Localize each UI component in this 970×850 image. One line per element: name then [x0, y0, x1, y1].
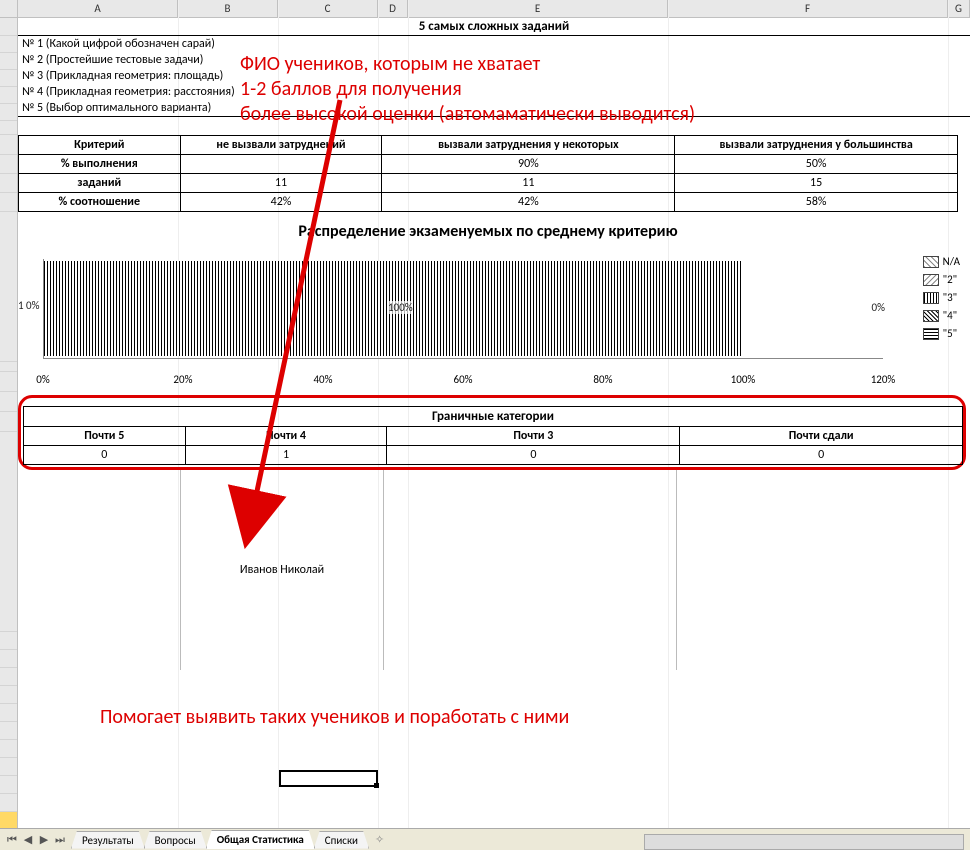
sheet-tab-results[interactable]: Результаты: [71, 831, 145, 849]
col-header-C[interactable]: C: [278, 0, 378, 17]
names-cell-almostpass[interactable]: [677, 470, 958, 670]
tab-nav-next[interactable]: ▶: [36, 833, 52, 847]
tab-nav-buttons: ⏮ ◀ ▶ ⏭: [0, 833, 72, 847]
sheet-tab-bar: ⏮ ◀ ▶ ⏭ Результаты Вопросы Общая Статист…: [0, 828, 970, 850]
task-row: № 1 (Какой цифрой обозначен сарай): [18, 36, 970, 52]
row-header[interactable]: [0, 650, 17, 668]
criteria-header: Критерий: [19, 136, 181, 155]
boundary-value[interactable]: 0: [387, 446, 680, 465]
hardest-tasks-title: 5 самых сложных заданий: [18, 18, 970, 36]
sheet-tab-questions[interactable]: Вопросы: [144, 831, 207, 849]
row-header[interactable]: [0, 121, 17, 135]
col-header-D[interactable]: D: [378, 0, 408, 17]
boundary-header: Почти сдали: [680, 427, 963, 446]
distribution-chart: Распределение экзаменуемых по среднему к…: [18, 222, 958, 389]
legend-item-2: "2": [923, 271, 960, 289]
row-header[interactable]: [0, 36, 17, 53]
chart-left-label: 1 0%: [18, 299, 40, 312]
task-row: № 3 (Прикладная геометрия: площадь): [18, 68, 970, 84]
col-header-B[interactable]: B: [178, 0, 278, 17]
boundary-highlight: Граничные категории Почти 5 Почти 4 Почт…: [18, 395, 966, 470]
tab-nav-first[interactable]: ⏮: [4, 833, 20, 847]
column-headers: A B C D E F G: [0, 0, 970, 18]
task-row: № 4 (Прикладная геометрия: расстояния): [18, 84, 970, 100]
criteria-header: вызвали затруднения у большинства: [675, 136, 958, 155]
row-header[interactable]: [0, 70, 17, 87]
row-headers: [0, 18, 18, 828]
chart-center-label: 100%: [388, 301, 413, 314]
row-header[interactable]: [0, 776, 17, 794]
tab-nav-prev[interactable]: ◀: [20, 833, 36, 847]
chart-x-axis: 0% 20% 40% 60% 80% 100% 120%: [43, 373, 883, 393]
criteria-row-label: % соотношение: [19, 193, 181, 212]
boundary-value[interactable]: 0: [24, 446, 186, 465]
boundary-table: Граничные категории Почти 5 Почти 4 Почт…: [23, 406, 963, 465]
row-header[interactable]: [0, 794, 17, 812]
row-header[interactable]: [0, 155, 17, 174]
chart-right-label: 0%: [872, 301, 885, 314]
row-header[interactable]: [0, 362, 17, 372]
row-header[interactable]: [0, 193, 17, 212]
select-all-corner[interactable]: [0, 0, 18, 17]
row-header[interactable]: [0, 686, 17, 704]
row-header[interactable]: [0, 135, 17, 155]
chart-plot-area: 100% 0%: [43, 259, 883, 359]
row-header[interactable]: [0, 372, 17, 392]
horizontal-scrollbar[interactable]: [644, 834, 964, 850]
sheet-tab-stats[interactable]: Общая Статистика: [206, 830, 315, 849]
chart-title: Распределение экзаменуемых по среднему к…: [18, 222, 958, 241]
criteria-header: не вызвали затруднений: [180, 136, 382, 155]
boundary-header: Почти 4: [185, 427, 387, 446]
legend-item-3: "3": [923, 289, 960, 307]
row-header[interactable]: [0, 432, 17, 632]
task-row: № 2 (Простейшие тестовые задачи): [18, 52, 970, 68]
tab-nav-last[interactable]: ⏭: [52, 833, 68, 847]
row-header[interactable]: [0, 174, 17, 193]
new-sheet-icon[interactable]: ✧: [375, 833, 384, 846]
boundary-value[interactable]: 0: [680, 446, 963, 465]
boundary-names-row: Иванов Николай: [18, 470, 958, 670]
legend-item-4: "4": [923, 307, 960, 325]
row-header[interactable]: [0, 722, 17, 740]
row-header[interactable]: [0, 740, 17, 758]
boundary-title: Граничные категории: [24, 407, 963, 427]
sheet-content[interactable]: 5 самых сложных заданий № 1 (Какой цифро…: [18, 18, 970, 828]
row-header[interactable]: [0, 53, 17, 70]
row-header[interactable]: [0, 632, 17, 650]
names-cell-almost4[interactable]: Иванов Николай: [181, 470, 384, 670]
col-header-E[interactable]: E: [408, 0, 668, 17]
row-header[interactable]: [0, 212, 17, 362]
boundary-header: Почти 5: [24, 427, 186, 446]
boundary-value[interactable]: 1: [185, 446, 387, 465]
legend-item-5: "5": [923, 325, 960, 343]
row-header[interactable]: [0, 704, 17, 722]
row-header[interactable]: [0, 104, 17, 121]
names-cell-almost3[interactable]: [384, 470, 677, 670]
col-header-G[interactable]: G: [948, 0, 970, 17]
row-header[interactable]: [0, 18, 17, 36]
row-header[interactable]: [0, 392, 17, 412]
chart-legend: N/A "2" "3" "4" "5": [923, 253, 960, 343]
boundary-header: Почти 3: [387, 427, 680, 446]
row-header[interactable]: [0, 412, 17, 432]
criteria-row-label: заданий: [19, 174, 181, 193]
selected-cell[interactable]: [279, 770, 378, 787]
row-header[interactable]: [0, 668, 17, 686]
legend-item-na: N/A: [923, 253, 960, 271]
criteria-table: Критерий не вызвали затруднений вызвали …: [18, 135, 958, 212]
task-row: № 5 (Выбор оптимального варианта): [18, 100, 970, 117]
col-header-A[interactable]: A: [18, 0, 178, 17]
names-cell-almost5[interactable]: [18, 470, 181, 670]
row-header[interactable]: [0, 758, 17, 776]
col-header-F[interactable]: F: [668, 0, 948, 17]
row-header[interactable]: [0, 87, 17, 104]
criteria-header: вызвали затруднения у некоторых: [382, 136, 675, 155]
criteria-row-label: % выполнения: [19, 155, 181, 174]
sheet-tab-lists[interactable]: Списки: [314, 831, 369, 849]
